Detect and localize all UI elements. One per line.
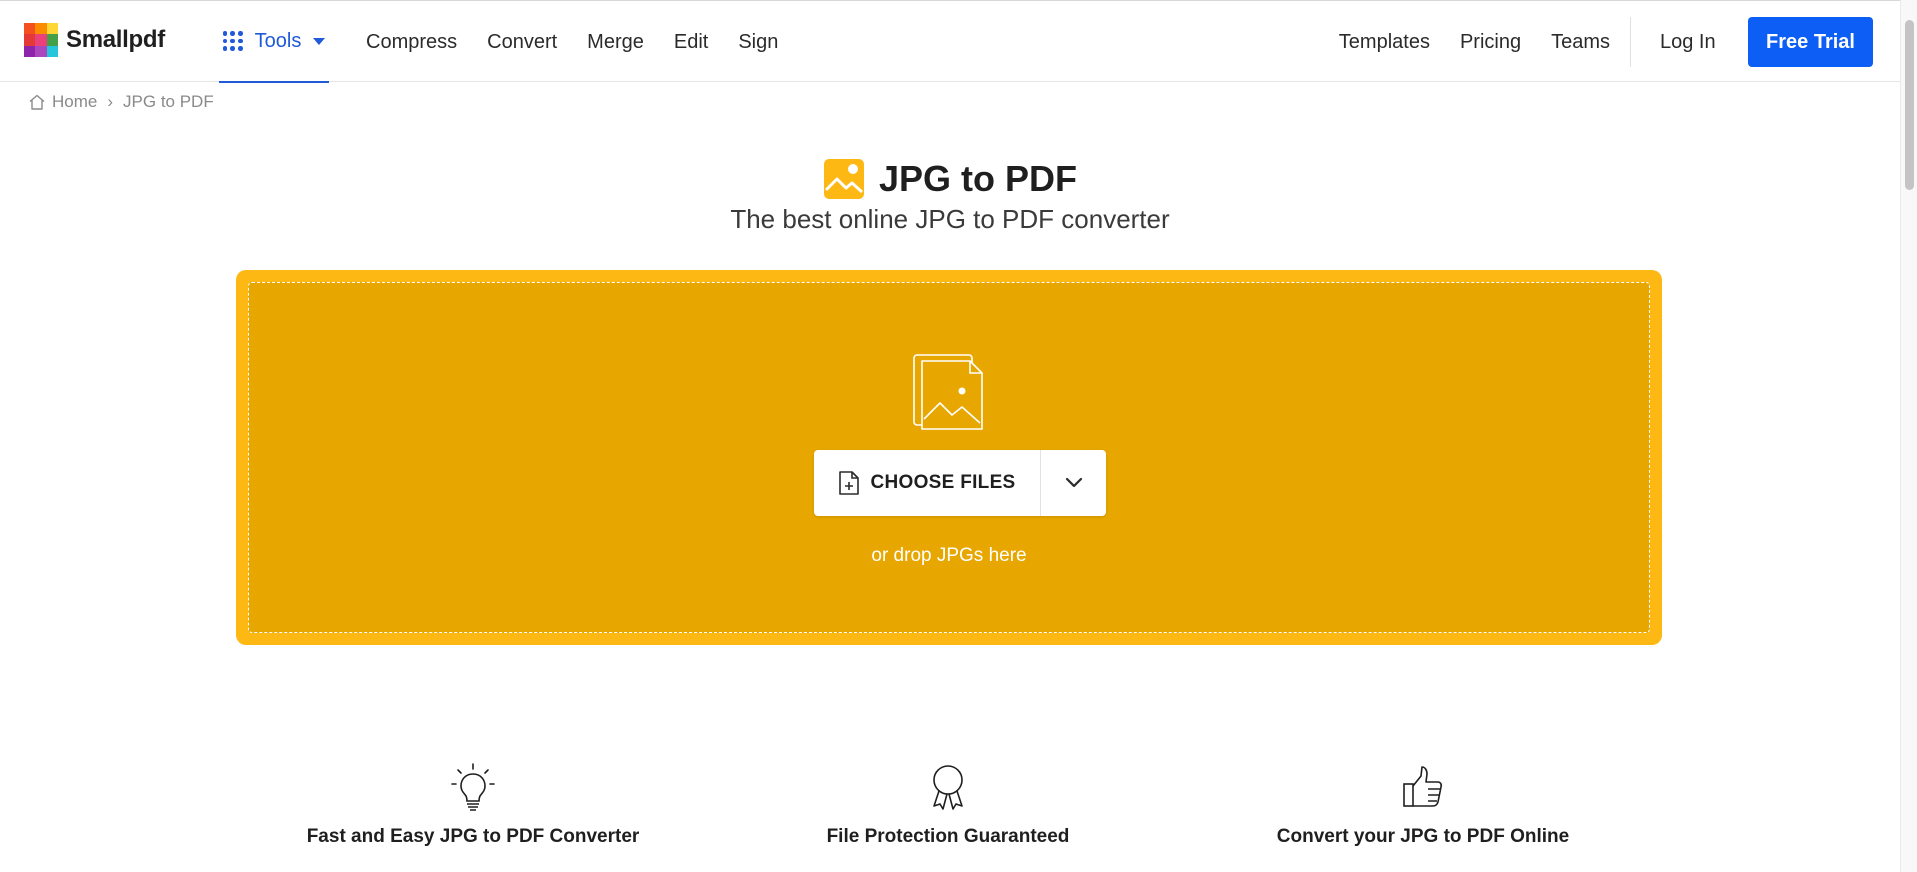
breadcrumb-home[interactable]: Home — [28, 92, 97, 112]
logo-tile — [46, 34, 58, 46]
file-dropzone-inner[interactable]: CHOOSE FILES or drop JPGs here — [248, 282, 1650, 633]
tools-menu-button[interactable]: Tools — [219, 1, 329, 83]
page: Smallpdf Tools Compress Convert Merge Ed… — [0, 0, 1917, 872]
choose-files-label: CHOOSE FILES — [870, 472, 1016, 493]
logo-tile — [46, 45, 58, 57]
logo-tile — [24, 45, 36, 57]
header-divider — [1630, 17, 1631, 67]
smallpdf-logo[interactable]: Smallpdf — [24, 23, 165, 57]
nav-sign[interactable]: Sign — [738, 31, 778, 54]
nav-pricing[interactable]: Pricing — [1460, 31, 1521, 54]
drop-hint: or drop JPGs here — [871, 545, 1027, 566]
file-dropzone[interactable]: CHOOSE FILES or drop JPGs here — [236, 270, 1662, 645]
feature-fast-easy: Fast and Easy JPG to PDF Converter — [253, 762, 693, 848]
grid-icon — [222, 31, 243, 51]
feature-file-protection: File Protection Guaranteed — [728, 762, 1168, 848]
feature-title: File Protection Guaranteed — [826, 826, 1070, 847]
free-trial-button[interactable]: Free Trial — [1748, 17, 1873, 67]
nav-convert[interactable]: Convert — [487, 31, 557, 54]
tools-label: Tools — [254, 29, 302, 52]
nav-teams[interactable]: Teams — [1551, 31, 1610, 54]
choose-files-button[interactable]: CHOOSE FILES — [814, 450, 1040, 516]
page-scrollbar[interactable] — [1900, 0, 1917, 872]
page-title: JPG to PDF — [878, 158, 1078, 199]
page-subtitle: The best online JPG to PDF converter — [730, 204, 1170, 234]
caret-down-icon — [313, 37, 326, 45]
breadcrumb-separator: › — [107, 92, 114, 111]
grid-dot — [237, 46, 243, 51]
choose-files-dropdown[interactable] — [1040, 450, 1106, 516]
chevron-down-icon — [1065, 477, 1082, 488]
award-ribbon-icon — [933, 765, 963, 810]
nav-edit[interactable]: Edit — [674, 31, 708, 54]
feature-title: Convert your JPG to PDF Online — [1276, 826, 1570, 847]
image-files-icon — [913, 354, 983, 430]
breadcrumb-home-label: Home — [52, 92, 98, 111]
logo-tile — [35, 23, 47, 35]
thumbs-up-icon — [1403, 766, 1443, 807]
logo-text: Smallpdf — [66, 26, 165, 53]
nav-compress[interactable]: Compress — [366, 31, 457, 54]
choose-files-group: CHOOSE FILES — [814, 450, 1106, 516]
grid-dot — [230, 38, 235, 44]
logo-tile — [46, 23, 58, 35]
grid-dot — [222, 46, 228, 51]
image-icon — [823, 159, 864, 199]
grid-dot — [230, 31, 235, 36]
login-link[interactable]: Log In — [1660, 1, 1716, 83]
lightbulb-icon — [451, 763, 495, 811]
logo-tile — [35, 45, 47, 57]
page-title-row: JPG to PDF — [0, 158, 1900, 200]
logo-tile — [24, 23, 36, 35]
grid-dot — [222, 31, 228, 36]
feature-title: Fast and Easy JPG to PDF Converter — [306, 826, 640, 847]
grid-dot — [237, 31, 243, 36]
logo-tile — [35, 34, 47, 46]
grid-dot — [237, 38, 243, 44]
file-add-icon — [839, 471, 860, 495]
secondary-nav: Templates Pricing Teams — [1309, 1, 1610, 83]
feature-convert-online: Convert your JPG to PDF Online — [1203, 762, 1643, 848]
grid-dot — [230, 46, 235, 51]
main-nav: Compress Convert Merge Edit Sign — [366, 1, 808, 83]
breadcrumb-current: JPG to PDF — [123, 92, 214, 111]
nav-templates[interactable]: Templates — [1339, 31, 1430, 54]
smallpdf-logo-icon — [24, 23, 58, 57]
scrollbar-thumb[interactable] — [1905, 20, 1914, 190]
home-icon — [29, 94, 45, 110]
breadcrumb: Home › JPG to PDF — [28, 92, 214, 112]
top-navigation: Smallpdf Tools Compress Convert Merge Ed… — [0, 0, 1900, 83]
nav-merge[interactable]: Merge — [587, 31, 644, 54]
grid-dot — [222, 38, 228, 44]
logo-tile — [24, 34, 36, 46]
